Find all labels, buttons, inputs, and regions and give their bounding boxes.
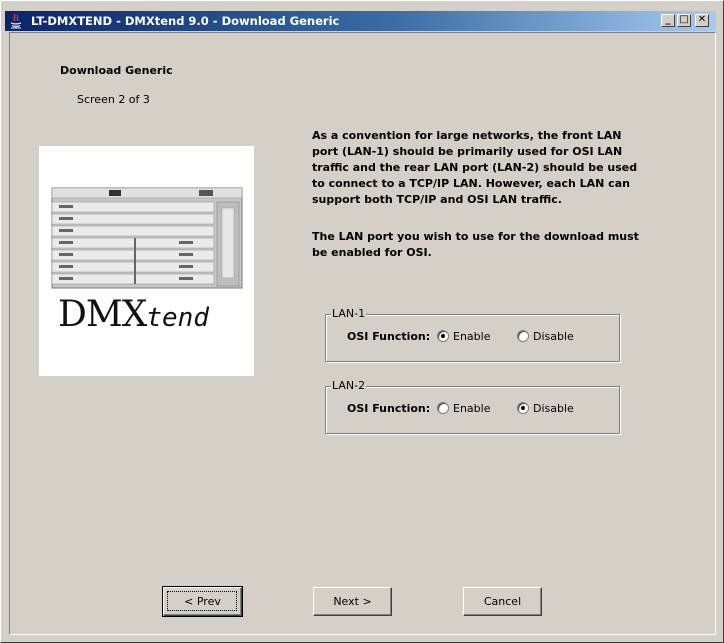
dmxtend-logo: DMXtend bbox=[58, 294, 209, 335]
lan1-disable-option[interactable]: Disable bbox=[517, 330, 574, 343]
minimize-button[interactable]: _ bbox=[661, 14, 675, 27]
window-title: LT-DMXTEND - DMXtend 9.0 - Download Gene… bbox=[31, 14, 340, 28]
lan1-enable-label: Enable bbox=[453, 330, 491, 343]
title-bar[interactable]: LT-DMXTEND - DMXtend 9.0 - Download Gene… bbox=[5, 11, 716, 31]
focus-ring bbox=[167, 591, 237, 611]
page-title: Download Generic bbox=[60, 64, 173, 77]
lan2-osi-label: OSI Function: bbox=[347, 402, 431, 415]
close-button[interactable]: ✕ bbox=[695, 14, 709, 27]
logo-suffix-text: tend bbox=[146, 303, 209, 333]
logo-main-text: DMX bbox=[58, 294, 147, 335]
lan2-disable-label: Disable bbox=[533, 402, 574, 415]
network-shelf-illustration bbox=[51, 187, 243, 289]
lan1-osi-label: OSI Function: bbox=[347, 330, 431, 343]
dialog-window: LT-DMXTEND - DMXtend 9.0 - Download Gene… bbox=[0, 0, 724, 643]
cancel-button[interactable]: Cancel bbox=[463, 587, 542, 616]
next-button-label: Next > bbox=[333, 595, 372, 608]
java-app-icon bbox=[10, 13, 22, 29]
lan2-disable-option[interactable]: Disable bbox=[517, 402, 574, 415]
lan1-disable-radio[interactable] bbox=[517, 330, 529, 342]
lan2-disable-radio[interactable] bbox=[517, 402, 529, 414]
lan2-enable-option[interactable]: Enable bbox=[437, 402, 490, 415]
lan2-group: LAN-2 OSI Function: Enable Disable bbox=[325, 379, 620, 434]
lan1-group: LAN-1 OSI Function: Enable Disable bbox=[325, 307, 620, 362]
lan2-legend: LAN-2 bbox=[331, 379, 367, 392]
close-icon: ✕ bbox=[697, 14, 707, 25]
lan2-enable-label: Enable bbox=[453, 402, 491, 415]
instruction-paragraph-1: As a convention for large networks, the … bbox=[312, 129, 638, 206]
instruction-paragraph-2: The LAN port you wish to use for the dow… bbox=[312, 230, 639, 259]
maximize-button[interactable]: □ bbox=[677, 14, 691, 27]
cancel-button-label: Cancel bbox=[483, 595, 522, 608]
screen-counter: Screen 2 of 3 bbox=[77, 93, 150, 106]
lan1-disable-label: Disable bbox=[533, 330, 574, 343]
maximize-icon: □ bbox=[679, 14, 689, 25]
minimize-icon: _ bbox=[665, 14, 671, 25]
product-image: DMXtend bbox=[39, 146, 254, 376]
prev-button[interactable]: < Prev bbox=[162, 586, 243, 617]
lan1-legend: LAN-1 bbox=[331, 307, 367, 320]
lan1-enable-option[interactable]: Enable bbox=[437, 330, 490, 343]
lan2-enable-radio[interactable] bbox=[437, 402, 449, 414]
next-button[interactable]: Next > bbox=[313, 587, 392, 616]
lan1-enable-radio[interactable] bbox=[437, 330, 449, 342]
